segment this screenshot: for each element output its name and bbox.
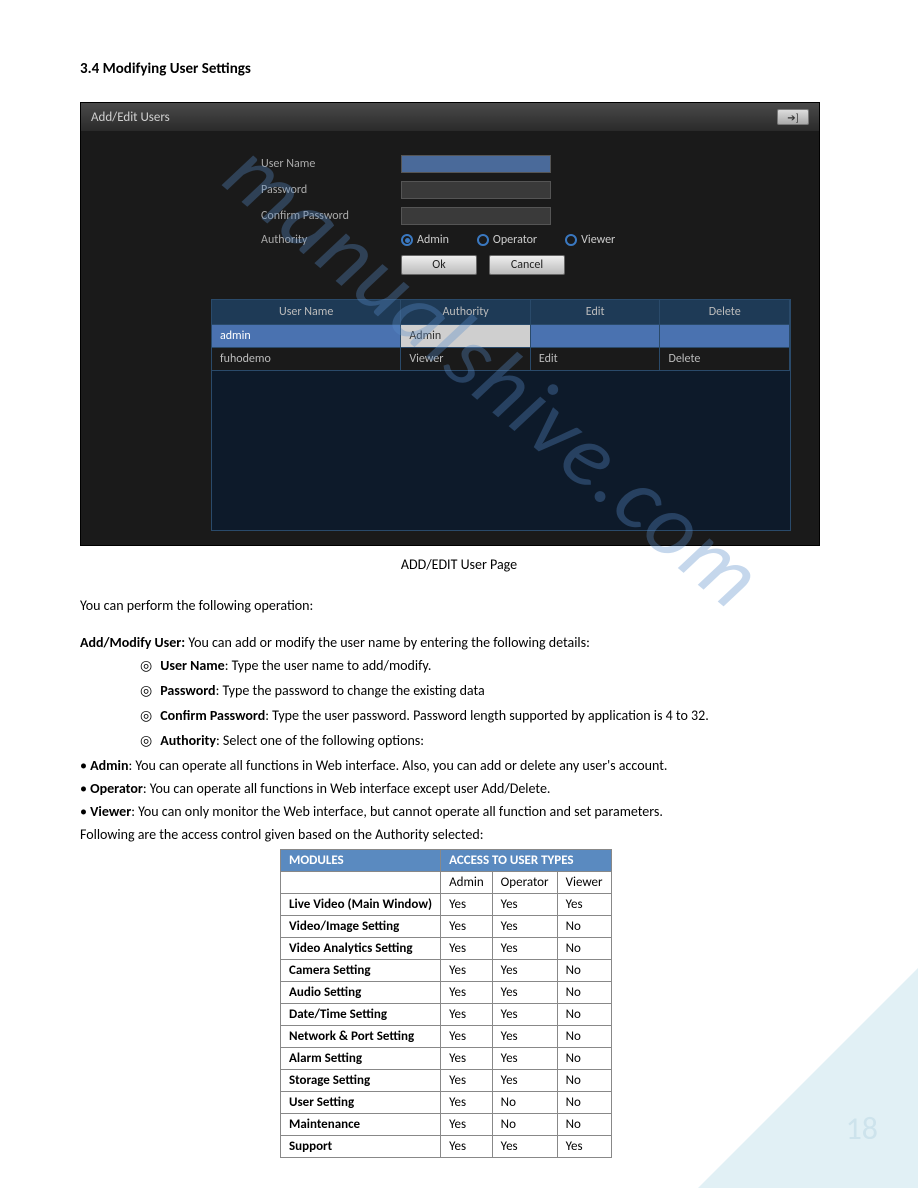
radio-operator[interactable]: Operator bbox=[477, 233, 537, 247]
radio-admin[interactable]: Admin bbox=[401, 233, 449, 247]
access-intro: Following are the access control given b… bbox=[80, 826, 838, 843]
delete-link[interactable]: Delete bbox=[660, 347, 790, 370]
grid-header-delete: Delete bbox=[660, 300, 790, 324]
grid-header-authority: Authority bbox=[401, 300, 531, 324]
access-row: MaintenanceYesNoNo bbox=[281, 1114, 612, 1136]
section-heading: 3.4 Modifying User Settings bbox=[80, 60, 838, 78]
role-admin: • Admin: You can operate all functions i… bbox=[80, 757, 838, 774]
username-input[interactable] bbox=[401, 155, 551, 173]
confirm-password-label: Confirm Password bbox=[261, 209, 401, 223]
access-row: Storage SettingYesYesNo bbox=[281, 1070, 612, 1092]
access-row: Network & Port SettingYesYesNo bbox=[281, 1026, 612, 1048]
exit-icon[interactable]: ➔] bbox=[777, 109, 809, 125]
grid-header-edit: Edit bbox=[531, 300, 661, 324]
grid-row[interactable]: admin Admin bbox=[212, 324, 790, 347]
access-h-types: ACCESS TO USER TYPES bbox=[441, 850, 611, 872]
bullet-item: ◎Password: Type the password to change t… bbox=[140, 682, 838, 699]
radio-icon bbox=[477, 234, 489, 246]
access-row: Audio SettingYesYesNo bbox=[281, 982, 612, 1004]
radio-icon bbox=[401, 234, 413, 246]
access-row: User SettingYesNoNo bbox=[281, 1092, 612, 1114]
access-row: Video/Image SettingYesYesNo bbox=[281, 916, 612, 938]
access-row: Live Video (Main Window)YesYesYes bbox=[281, 894, 612, 916]
grid-row[interactable]: fuhodemo Viewer Edit Delete bbox=[212, 347, 790, 370]
password-input[interactable] bbox=[401, 181, 551, 199]
bullet-item: ◎Authority: Select one of the following … bbox=[140, 732, 838, 749]
grid-empty-area bbox=[212, 370, 790, 530]
user-grid: User Name Authority Edit Delete admin Ad… bbox=[211, 299, 791, 531]
edit-link[interactable]: Edit bbox=[531, 347, 661, 370]
ok-button[interactable]: Ok bbox=[401, 255, 477, 275]
field-bullets: ◎User Name: Type the user name to add/mo… bbox=[140, 657, 838, 749]
cancel-button[interactable]: Cancel bbox=[489, 255, 565, 275]
window-title: Add/Edit Users bbox=[91, 110, 170, 125]
window-titlebar: Add/Edit Users ➔] bbox=[81, 103, 819, 131]
password-label: Password bbox=[261, 183, 401, 197]
radio-icon bbox=[565, 234, 577, 246]
access-h-modules: MODULES bbox=[281, 850, 441, 872]
app-screenshot: Add/Edit Users ➔] User Name Password Con… bbox=[80, 102, 820, 546]
access-row: Video Analytics SettingYesYesNo bbox=[281, 938, 612, 960]
radio-viewer[interactable]: Viewer bbox=[565, 233, 615, 247]
authority-label: Authority bbox=[261, 233, 401, 247]
access-table: MODULES ACCESS TO USER TYPES Admin Opera… bbox=[280, 849, 612, 1158]
username-label: User Name bbox=[261, 157, 401, 171]
role-operator: • Operator: You can operate all function… bbox=[80, 780, 838, 797]
section-title-text: Modifying User Settings bbox=[103, 60, 251, 78]
access-row: SupportYesYesYes bbox=[281, 1136, 612, 1158]
grid-header-username: User Name bbox=[212, 300, 401, 324]
access-row: Alarm SettingYesYesNo bbox=[281, 1048, 612, 1070]
role-viewer: • Viewer: You can only monitor the Web i… bbox=[80, 803, 838, 820]
intro-text: You can perform the following operation: bbox=[80, 597, 838, 614]
access-row: Date/Time SettingYesYesNo bbox=[281, 1004, 612, 1026]
figure-caption: ADD/EDIT User Page bbox=[80, 556, 838, 573]
bullet-item: ◎Confirm Password: Type the user passwor… bbox=[140, 707, 838, 724]
confirm-password-input[interactable] bbox=[401, 207, 551, 225]
page-corner-decoration bbox=[698, 968, 918, 1188]
section-number: 3.4 bbox=[80, 60, 99, 78]
page-number: 18 bbox=[846, 1109, 878, 1148]
addmodify-lead: Add/Modify User: You can add or modify t… bbox=[80, 634, 838, 651]
access-row: Camera SettingYesYesNo bbox=[281, 960, 612, 982]
bullet-item: ◎User Name: Type the user name to add/mo… bbox=[140, 657, 838, 674]
access-subheader: Admin Operator Viewer bbox=[281, 872, 612, 894]
